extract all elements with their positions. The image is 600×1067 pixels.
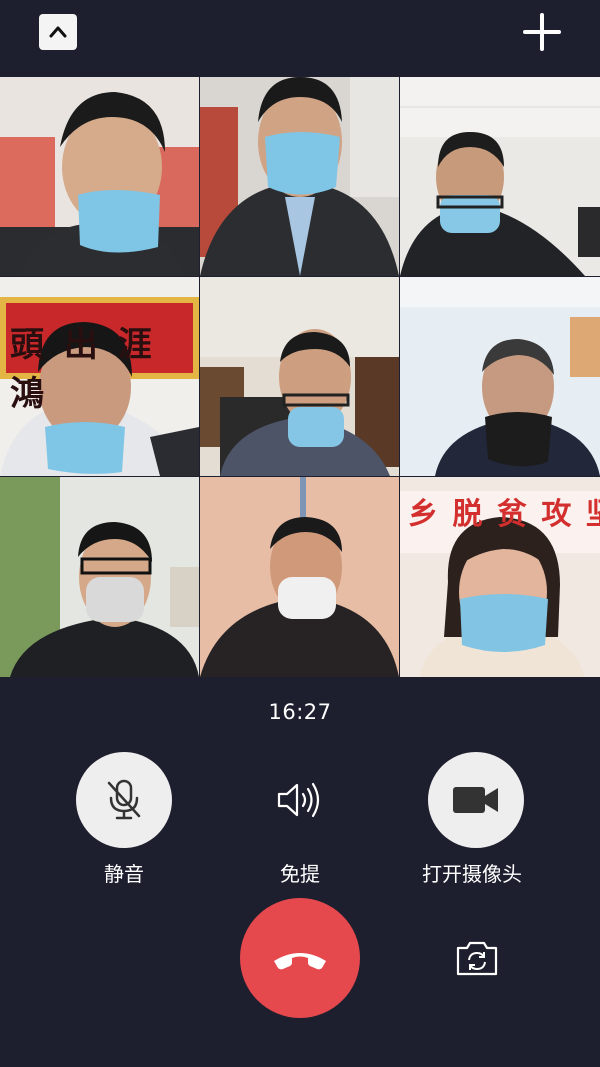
participant-video-tile[interactable]: 頭 出 涯 鴻: [0, 277, 199, 476]
participant-video-feed: [400, 77, 600, 276]
collapse-button[interactable]: [39, 14, 77, 50]
speaker-label: 免提: [280, 862, 320, 886]
participant-video-feed: [200, 477, 399, 677]
participant-banner: 乡 脱 贫 攻 坚 " 工: [408, 497, 600, 532]
speaker-icon: [277, 782, 320, 818]
switch-camera-button[interactable]: [454, 938, 500, 978]
top-bar: [0, 0, 600, 77]
participant-video-feed: [0, 477, 199, 677]
video-camera-icon: [453, 787, 498, 813]
participant-video-feed: [400, 277, 600, 476]
participant-video-grid: 頭 出 涯 鴻 乡 脱 贫 攻: [0, 77, 600, 677]
call-duration: 16:27: [268, 700, 332, 724]
participant-video-tile[interactable]: 乡 脱 贫 攻 坚 " 工: [400, 477, 600, 677]
participant-video-tile[interactable]: [0, 477, 199, 677]
participant-video-tile[interactable]: [200, 477, 399, 677]
mute-label: 静音: [104, 862, 144, 886]
phone-hangup-icon: [274, 953, 326, 970]
microphone-off-icon: [107, 779, 141, 820]
participant-video-tile[interactable]: [400, 277, 600, 476]
participant-video-feed: [0, 77, 199, 276]
mute-button[interactable]: [76, 752, 172, 848]
camera-label: 打开摄像头: [422, 862, 522, 886]
camera-button[interactable]: [428, 752, 524, 848]
plus-icon: [523, 13, 561, 51]
participant-video-tile[interactable]: [200, 277, 399, 476]
mute-control[interactable]: 静音: [76, 752, 172, 887]
speaker-control[interactable]: 免提: [252, 752, 348, 887]
add-participant-button[interactable]: [522, 12, 562, 52]
participant-video-feed: [200, 277, 399, 476]
participant-video-tile[interactable]: [200, 77, 399, 276]
participant-video-tile[interactable]: [0, 77, 199, 276]
speaker-button[interactable]: [252, 752, 348, 848]
chevron-up-icon: [49, 26, 67, 38]
participant-video-feed: [200, 77, 399, 276]
participant-video-tile[interactable]: [400, 77, 600, 276]
camera-control[interactable]: 打开摄像头: [420, 752, 524, 887]
participant-banner: 頭 出 涯 鴻: [10, 325, 156, 414]
hangup-button[interactable]: [240, 898, 360, 1018]
camera-switch-icon: [456, 941, 498, 976]
